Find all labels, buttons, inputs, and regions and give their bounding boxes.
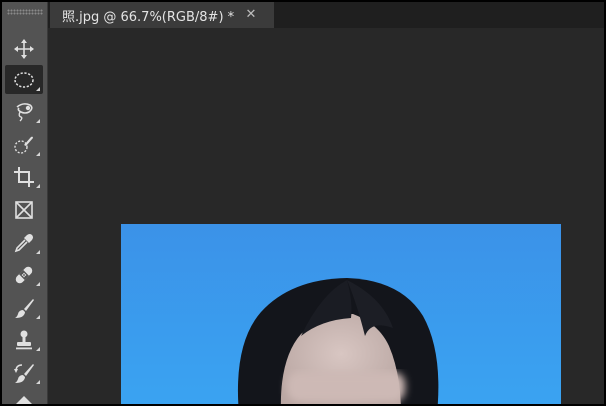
tool-group-indicator [36,250,40,254]
move-icon [14,38,34,59]
tool-group-indicator [36,282,40,286]
tool-group-indicator [36,380,40,384]
eraser-tool[interactable] [5,390,43,404]
elliptical-marquee-tool[interactable] [5,65,43,94]
spot-healing-tool[interactable] [5,260,43,289]
close-icon[interactable]: ✕ [244,7,258,22]
crop-tool[interactable] [5,162,43,191]
lasso-icon [16,102,33,121]
tool-group-indicator [36,184,40,188]
stamp-icon [16,330,32,349]
frame-icon [15,200,33,219]
history-brush-icon [14,363,34,383]
quick-selection-tool[interactable] [5,130,43,159]
frame-tool[interactable] [5,195,43,224]
tool-group-indicator [36,87,40,91]
eyedropper-tool[interactable] [5,228,43,257]
crop-icon [14,166,34,187]
brush-icon [15,298,34,318]
tool-group-indicator [36,315,40,319]
elliptical-marquee-icon [14,71,34,88]
panel-grip[interactable] [7,9,43,15]
document-tab-bar: 照.jpg @ 66.7%(RGB/8#) * ✕ [48,2,604,28]
eyedropper-icon [14,233,33,252]
history-brush-tool[interactable] [5,358,43,387]
document-tab-title: 照.jpg @ 66.7%(RGB/8#) * [62,9,235,25]
tools-panel [2,2,48,404]
tool-group-indicator [36,152,40,156]
lasso-tool[interactable] [5,97,43,126]
brush-tool[interactable] [5,293,43,322]
photoshop-window: 照.jpg @ 66.7%(RGB/8#) * ✕ [2,2,604,404]
canvas-workspace[interactable] [48,28,604,404]
tool-group-indicator [36,119,40,123]
quick-selection-icon [14,136,33,154]
document-tab[interactable]: 照.jpg @ 66.7%(RGB/8#) * ✕ [50,2,274,28]
tool-group-indicator [36,347,40,351]
bandage-icon [15,266,33,283]
move-tool[interactable] [5,34,43,63]
document-canvas[interactable] [121,224,561,404]
clone-stamp-tool[interactable] [5,325,43,354]
eraser-icon [16,395,32,404]
portrait-photo [121,224,561,404]
